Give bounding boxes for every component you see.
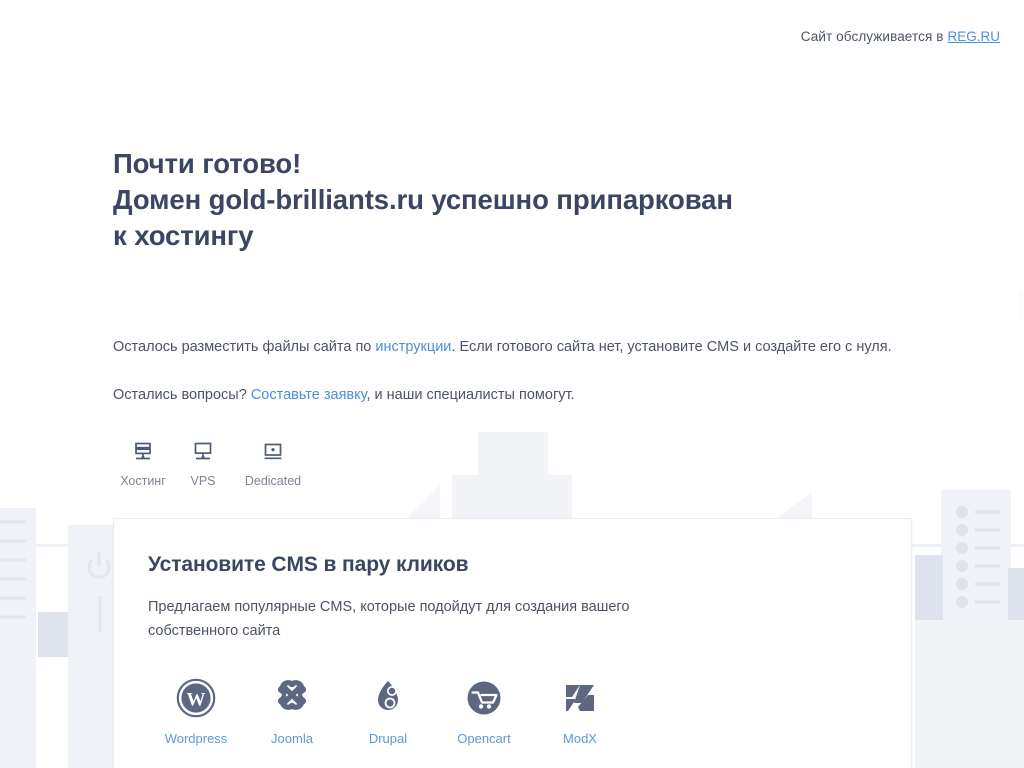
cms-card-subtitle: Предлагаем популярные CMS, которые подой… — [148, 599, 630, 639]
service-vps[interactable]: VPS — [173, 439, 233, 488]
bg-left-computer-base — [38, 612, 68, 657]
monitor-network-icon — [191, 439, 215, 465]
bg-left-panel-lines — [0, 520, 26, 619]
opencart-logo — [463, 675, 505, 721]
cms-wordpress[interactable]: W Wordpress — [148, 675, 244, 746]
instructions-text-after: . Если готового сайта нет, установите CM… — [451, 339, 892, 355]
service-vps-label: VPS — [190, 474, 216, 488]
support-paragraph: Остались вопросы? Составьте заявку, и на… — [113, 383, 993, 407]
support-text-after: , и наши специалисты помогут. — [366, 387, 575, 403]
regru-link[interactable]: REG.RU — [947, 29, 1000, 44]
support-text-before: Остались вопросы? — [113, 387, 251, 403]
bg-right-rack-rows — [956, 506, 1000, 608]
service-dedicated[interactable]: Dedicated — [233, 439, 313, 488]
instructions-text-before: Осталось разместить файлы сайта по — [113, 339, 376, 355]
cms-joomla-label: Joomla — [271, 731, 313, 746]
cms-wordpress-label: Wordpress — [164, 731, 228, 746]
power-button-icon — [87, 552, 111, 579]
cms-modx-label: ModX — [563, 731, 597, 746]
instructions-paragraph: Осталось разместить файлы сайта по инстр… — [113, 335, 993, 359]
bg-right-column — [915, 620, 1024, 768]
cms-modx[interactable]: ModX — [532, 675, 628, 746]
page-title: Почти готово! Домен gold-brilliants.ru у… — [113, 148, 733, 251]
bg-right-block-mid — [915, 555, 943, 620]
bg-right-block-far — [1008, 568, 1024, 620]
support-request-link[interactable]: Составьте заявку — [251, 387, 367, 403]
modx-logo — [559, 675, 601, 721]
server-rack-icon — [131, 439, 155, 465]
joomla-logo — [271, 675, 313, 721]
cms-install-card: Установите CMS в пару кликов Предлагаем … — [113, 518, 912, 768]
cms-opencart[interactable]: Opencart — [436, 675, 532, 746]
svg-text:W: W — [187, 690, 206, 711]
bg-right-rack-panel — [941, 490, 1011, 768]
service-hosting-label: Хостинг — [120, 474, 166, 488]
instructions-link[interactable]: инструкции — [375, 339, 451, 355]
main-content: Почти готово! Домен gold-brilliants.ru у… — [113, 0, 993, 488]
cms-opencart-label: Opencart — [457, 731, 511, 746]
services-row: Хостинг VPS Dedicated — [113, 439, 993, 488]
bg-right-edge-hint — [1018, 290, 1024, 320]
wordpress-logo: W — [175, 675, 217, 721]
cms-joomla[interactable]: Joomla — [244, 675, 340, 746]
bg-left-computer-body — [68, 525, 118, 768]
cms-drupal-label: Drupal — [368, 731, 408, 746]
bg-left-panel — [0, 508, 36, 768]
topbar-label: Сайт обслуживается в — [800, 28, 944, 44]
cms-drupal[interactable]: Drupal — [340, 675, 436, 746]
dedicated-server-icon — [261, 439, 285, 465]
cms-logo-row: W Wordpress Joomla Drupal Opencart ModX — [148, 675, 877, 746]
service-hosting[interactable]: Хостинг — [113, 439, 173, 488]
service-dedicated-label: Dedicated — [244, 474, 302, 488]
topbar: Сайт обслуживается в REG.RU — [0, 0, 1024, 72]
cms-card-title: Установите CMS в пару кликов — [148, 553, 469, 576]
drupal-logo — [367, 675, 409, 721]
